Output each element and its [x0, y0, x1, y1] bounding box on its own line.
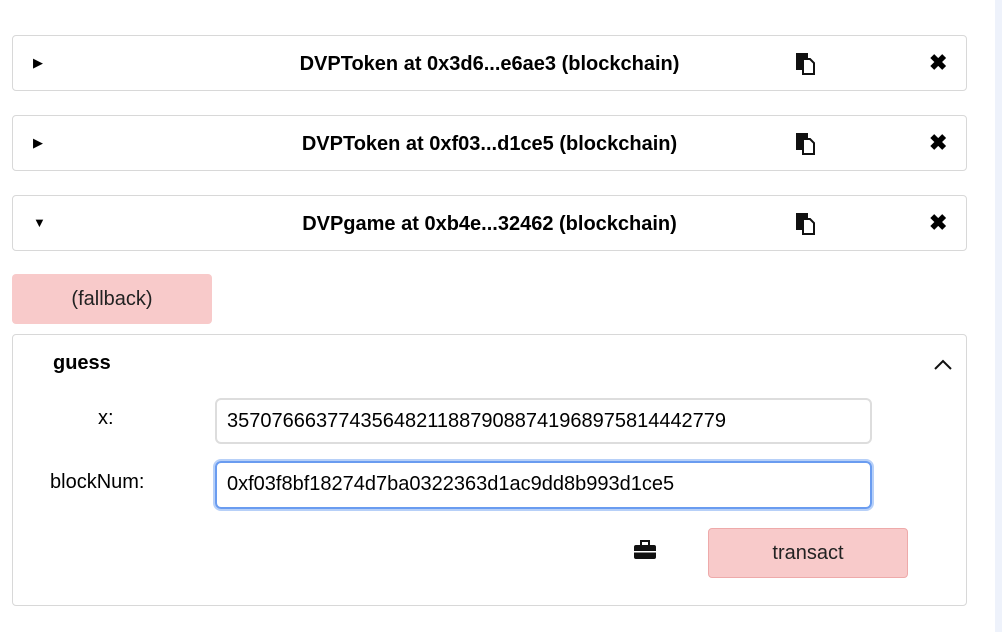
close-icon[interactable]: ✖ [929, 210, 947, 236]
chevron-up-icon[interactable] [933, 357, 953, 371]
param-label-blocknum: blockNum: [50, 471, 145, 493]
x-input[interactable]: 3570766637743564821188790887419689758144… [215, 398, 872, 444]
briefcase-icon[interactable] [633, 540, 657, 560]
clipboard-icon[interactable] [793, 131, 817, 155]
instance-dvptoken-2[interactable]: ▶ DVPToken at 0xf03...d1ce5 (blockchain)… [12, 115, 967, 171]
function-name: guess [53, 352, 111, 374]
instance-title: DVPToken at 0x3d6...e6ae3 (blockchain) [299, 53, 680, 75]
clipboard-icon[interactable] [793, 211, 817, 235]
transact-button[interactable]: transact [708, 528, 908, 578]
blocknum-input[interactable]: 0xf03f8bf18274d7ba0322363d1ac9dd8b993d1c… [215, 461, 872, 509]
instance-title: DVPgame at 0xb4e...32462 (blockchain) [302, 213, 677, 235]
fallback-button[interactable]: (fallback) [12, 274, 212, 324]
instance-dvpgame[interactable]: ▼ DVPgame at 0xb4e...32462 (blockchain) … [12, 195, 967, 251]
close-icon[interactable]: ✖ [929, 50, 947, 76]
clipboard-icon[interactable] [793, 51, 817, 75]
close-icon[interactable]: ✖ [929, 130, 947, 156]
function-panel-guess: guess x: 3570766637743564821188790887419… [12, 334, 967, 606]
instance-dvptoken-1[interactable]: ▶ DVPToken at 0x3d6...e6ae3 (blockchain)… [12, 35, 967, 91]
scrollbar-track[interactable] [995, 0, 1002, 632]
instance-title: DVPToken at 0xf03...d1ce5 (blockchain) [301, 133, 678, 155]
param-label-x: x: [98, 407, 114, 429]
